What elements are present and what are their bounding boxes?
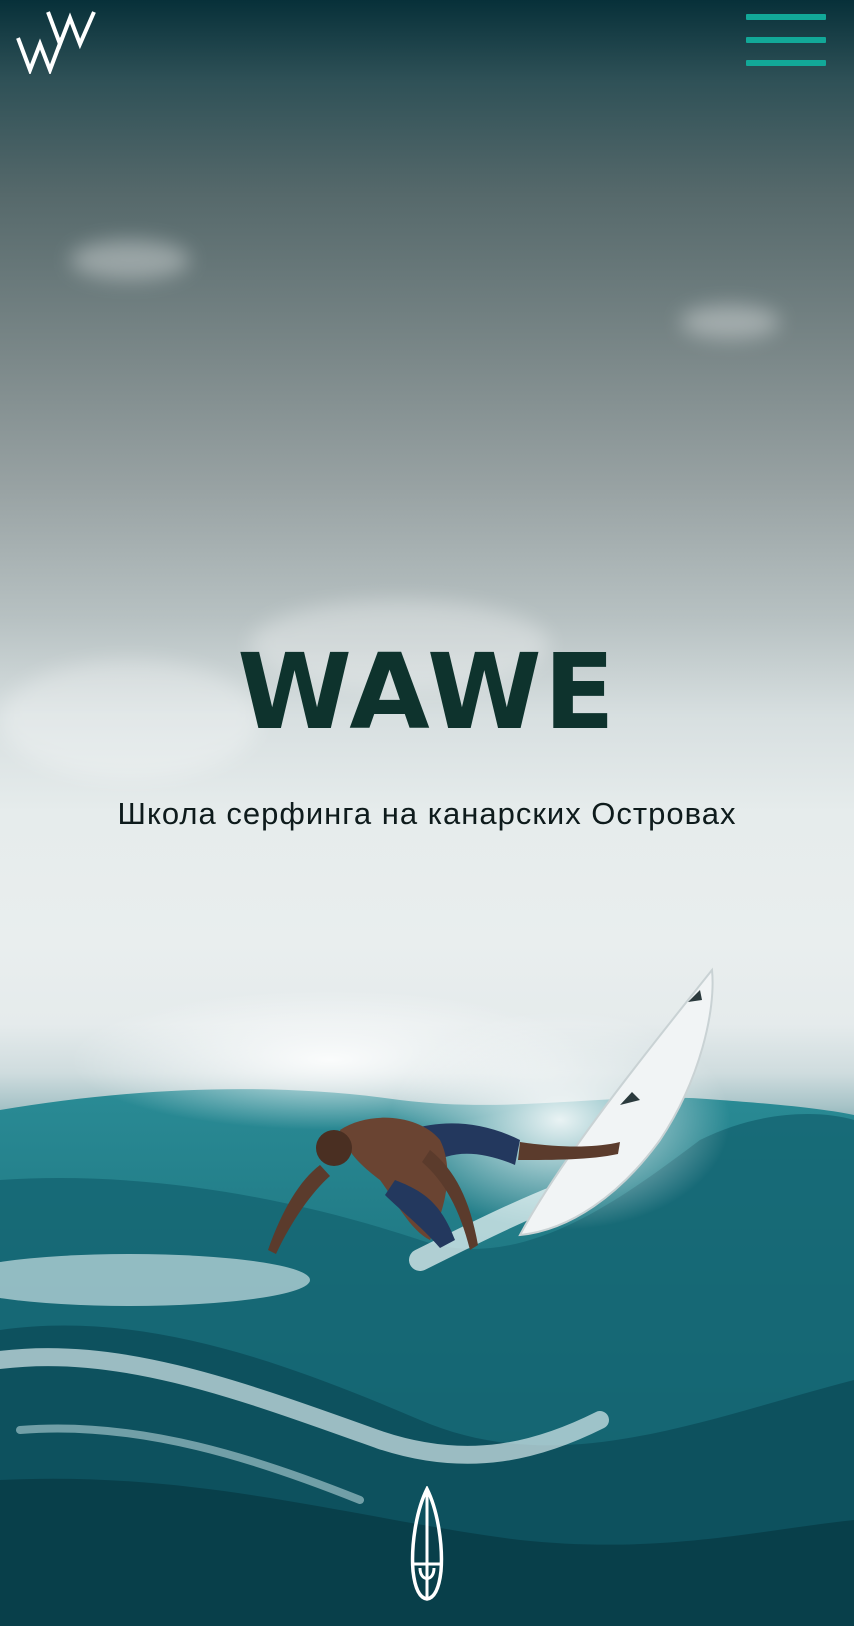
hamburger-menu-icon[interactable] [744,12,828,70]
hero-page: WAWE Школа серфинга на канарских Острова… [0,0,854,1626]
menu-bar [746,37,826,43]
menu-bar [746,60,826,66]
cloud [70,240,190,280]
ww-logo-icon[interactable] [16,8,98,74]
page-title: WAWE [237,631,617,753]
surfboard-icon[interactable] [408,1486,446,1602]
menu-bar [746,14,826,20]
page-subtitle: Школа серфинга на канарских Островах [117,796,737,831]
cloud [680,305,780,339]
